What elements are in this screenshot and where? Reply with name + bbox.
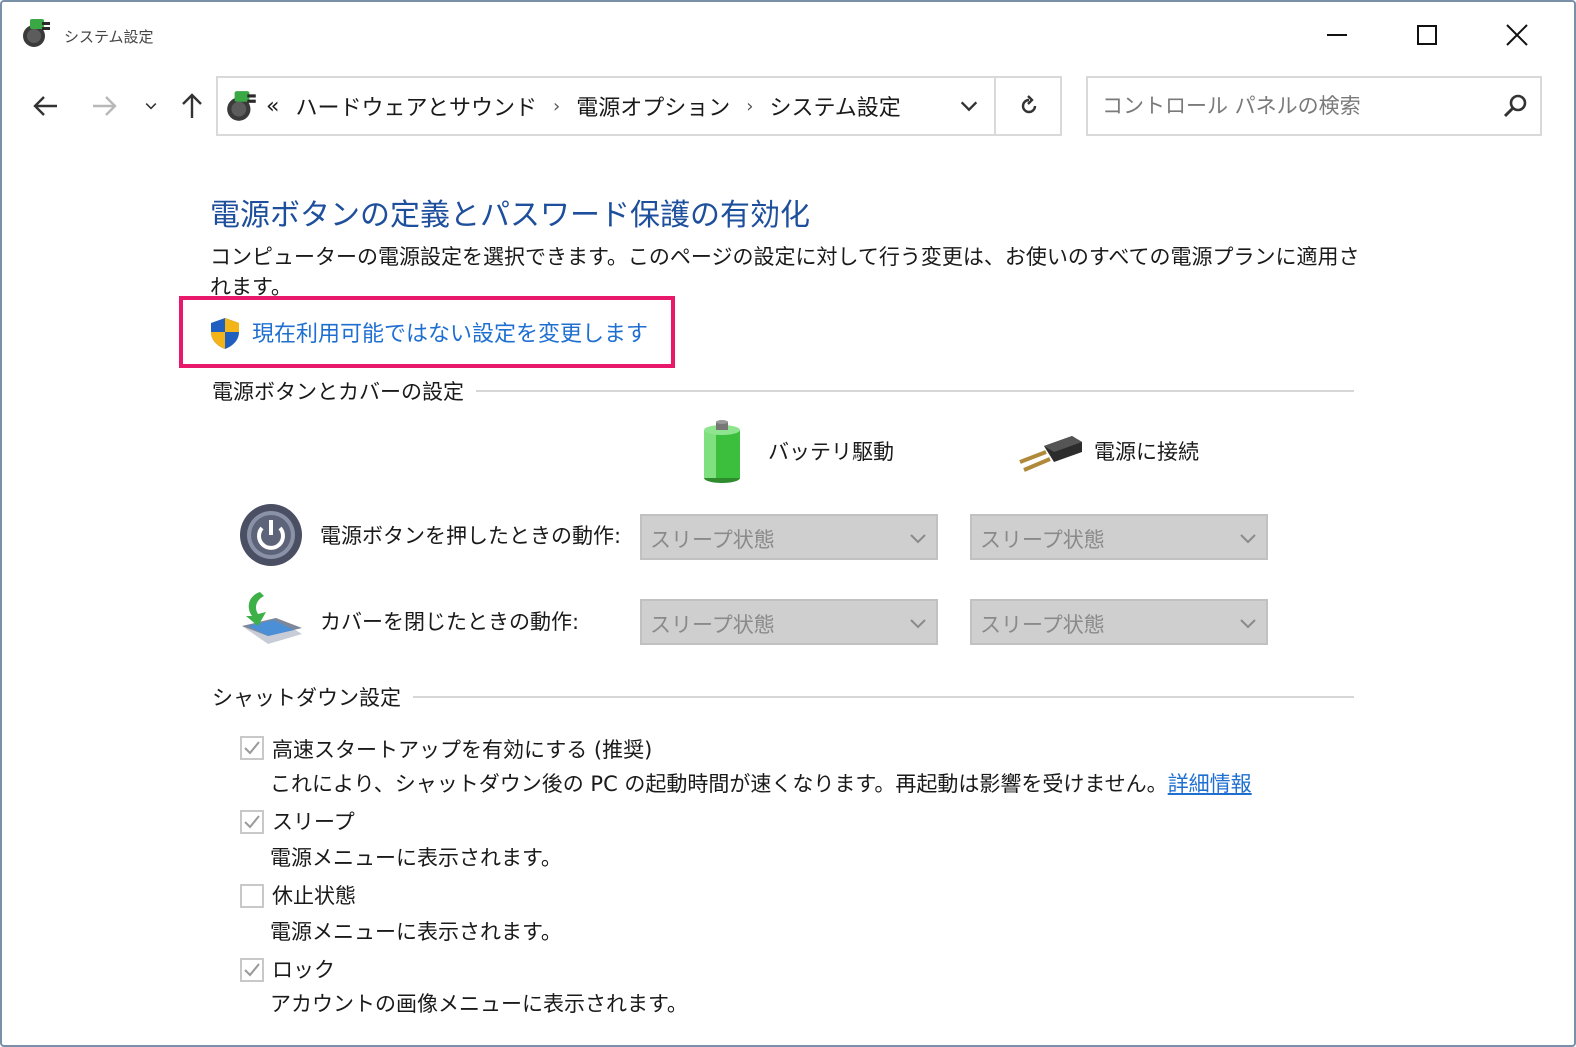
laptop-lid-icon	[242, 592, 302, 644]
page-title: 電源ボタンの定義とパスワード保護の有効化	[210, 198, 810, 233]
power-button-battery-select[interactable]: スリープ状態	[640, 514, 938, 560]
close-button[interactable]	[1486, 10, 1548, 60]
minimize-icon	[1327, 34, 1347, 36]
select-value: スリープ状態	[980, 613, 1105, 637]
shutdown-group-title: シャットダウン設定	[212, 682, 413, 712]
lid-close-action-label: カバーを閉じたときの動作:	[320, 610, 580, 634]
breadcrumb-separator[interactable]: ›	[746, 96, 753, 117]
hibernate-checkbox[interactable]	[240, 884, 264, 908]
address-history-button[interactable]	[946, 78, 992, 134]
page-description: コンピューターの電源設定を選択できます。このページの設定に対して行う変更は、お使…	[210, 245, 1360, 299]
hibernate-label: 休止状態	[272, 884, 356, 908]
up-button[interactable]	[172, 86, 212, 126]
battery-icon	[704, 420, 740, 483]
chevron-down-icon	[960, 101, 978, 112]
title-bar: システム設定	[2, 2, 1574, 66]
lid-close-battery-select[interactable]: スリープ状態	[640, 599, 938, 645]
select-value: スリープ状態	[650, 528, 775, 552]
breadcrumb-overflow[interactable]: «	[266, 94, 279, 119]
power-plug-icon	[1019, 436, 1082, 472]
plugged-column-label: 電源に接続	[1094, 440, 1199, 464]
breadcrumb-separator[interactable]: ›	[553, 96, 560, 117]
group-divider	[462, 390, 1354, 392]
sleep-checkbox[interactable]	[240, 810, 264, 834]
chevron-down-icon	[1240, 619, 1256, 629]
close-icon	[1506, 24, 1528, 46]
uac-shield-icon	[211, 318, 239, 349]
lock-label: ロック	[272, 958, 335, 982]
maximize-button[interactable]	[1396, 10, 1458, 60]
change-unavailable-settings-link[interactable]: 現在利用可能ではない設定を変更します	[252, 316, 648, 348]
search-box[interactable]	[1086, 76, 1542, 136]
search-input[interactable]	[1102, 88, 1482, 124]
sleep-description: 電源メニューに表示されます。	[270, 846, 562, 870]
arrow-up-icon	[182, 93, 202, 118]
power-button-icon	[240, 504, 302, 566]
breadcrumb-item-power-options[interactable]: 電源オプション	[576, 90, 730, 122]
address-bar[interactable]: « ハードウェアとサウンド › 電源オプション › システム設定	[216, 76, 1062, 136]
fast-startup-description: これにより、シャットダウン後の PC の起動時間が速くなります。再起動は影響を受…	[270, 768, 1252, 798]
chevron-down-icon	[145, 103, 157, 110]
search-icon[interactable]	[1500, 90, 1532, 122]
breadcrumb-item-hardware-sound[interactable]: ハードウェアとサウンド	[295, 90, 537, 122]
minimize-button[interactable]	[1306, 10, 1368, 60]
check-icon	[244, 815, 260, 829]
refresh-button[interactable]	[998, 78, 1060, 134]
fast-startup-description-text: これにより、シャットダウン後の PC の起動時間が速くなります。再起動は影響を受…	[270, 772, 1168, 796]
lock-checkbox[interactable]	[240, 958, 264, 982]
power-group-title: 電源ボタンとカバーの設定	[212, 376, 476, 406]
breadcrumb-item-system-settings[interactable]: システム設定	[769, 90, 900, 122]
address-divider	[994, 78, 996, 134]
power-options-icon	[227, 91, 256, 121]
fast-startup-checkbox[interactable]	[240, 736, 264, 760]
refresh-icon	[1021, 95, 1037, 114]
more-info-link[interactable]: 詳細情報	[1168, 772, 1252, 796]
power-button-plugged-select[interactable]: スリープ状態	[970, 514, 1268, 560]
select-value: スリープ状態	[980, 528, 1105, 552]
hibernate-description: 電源メニューに表示されます。	[270, 920, 562, 944]
power-button-action-label: 電源ボタンを押したときの動作:	[320, 524, 622, 548]
recent-locations-button[interactable]	[138, 86, 164, 126]
group-divider	[392, 696, 1354, 698]
maximize-icon	[1417, 25, 1437, 45]
check-icon	[244, 741, 260, 755]
power-options-icon	[23, 19, 50, 47]
chevron-down-icon	[1240, 534, 1256, 544]
battery-column-label: バッテリ駆動	[768, 440, 894, 464]
lock-description: アカウントの画像メニューに表示されます。	[270, 992, 688, 1016]
check-icon	[244, 963, 260, 977]
arrow-right-icon	[93, 96, 117, 116]
arrow-left-icon	[33, 96, 57, 116]
breadcrumb: « ハードウェアとサウンド › 電源オプション › システム設定	[266, 78, 901, 134]
control-panel-window: システム設定 « ハードウェアとサウンド › 電源オプション › システム設定 …	[0, 0, 1576, 1047]
sleep-label: スリープ	[272, 810, 355, 834]
fast-startup-label: 高速スタートアップを有効にする (推奨)	[272, 738, 653, 762]
chevron-down-icon	[910, 619, 926, 629]
back-button[interactable]	[26, 86, 66, 126]
lid-close-plugged-select[interactable]: スリープ状態	[970, 599, 1268, 645]
window-title: システム設定	[64, 28, 154, 46]
chevron-down-icon	[910, 534, 926, 544]
forward-button[interactable]	[84, 86, 124, 126]
select-value: スリープ状態	[650, 613, 775, 637]
